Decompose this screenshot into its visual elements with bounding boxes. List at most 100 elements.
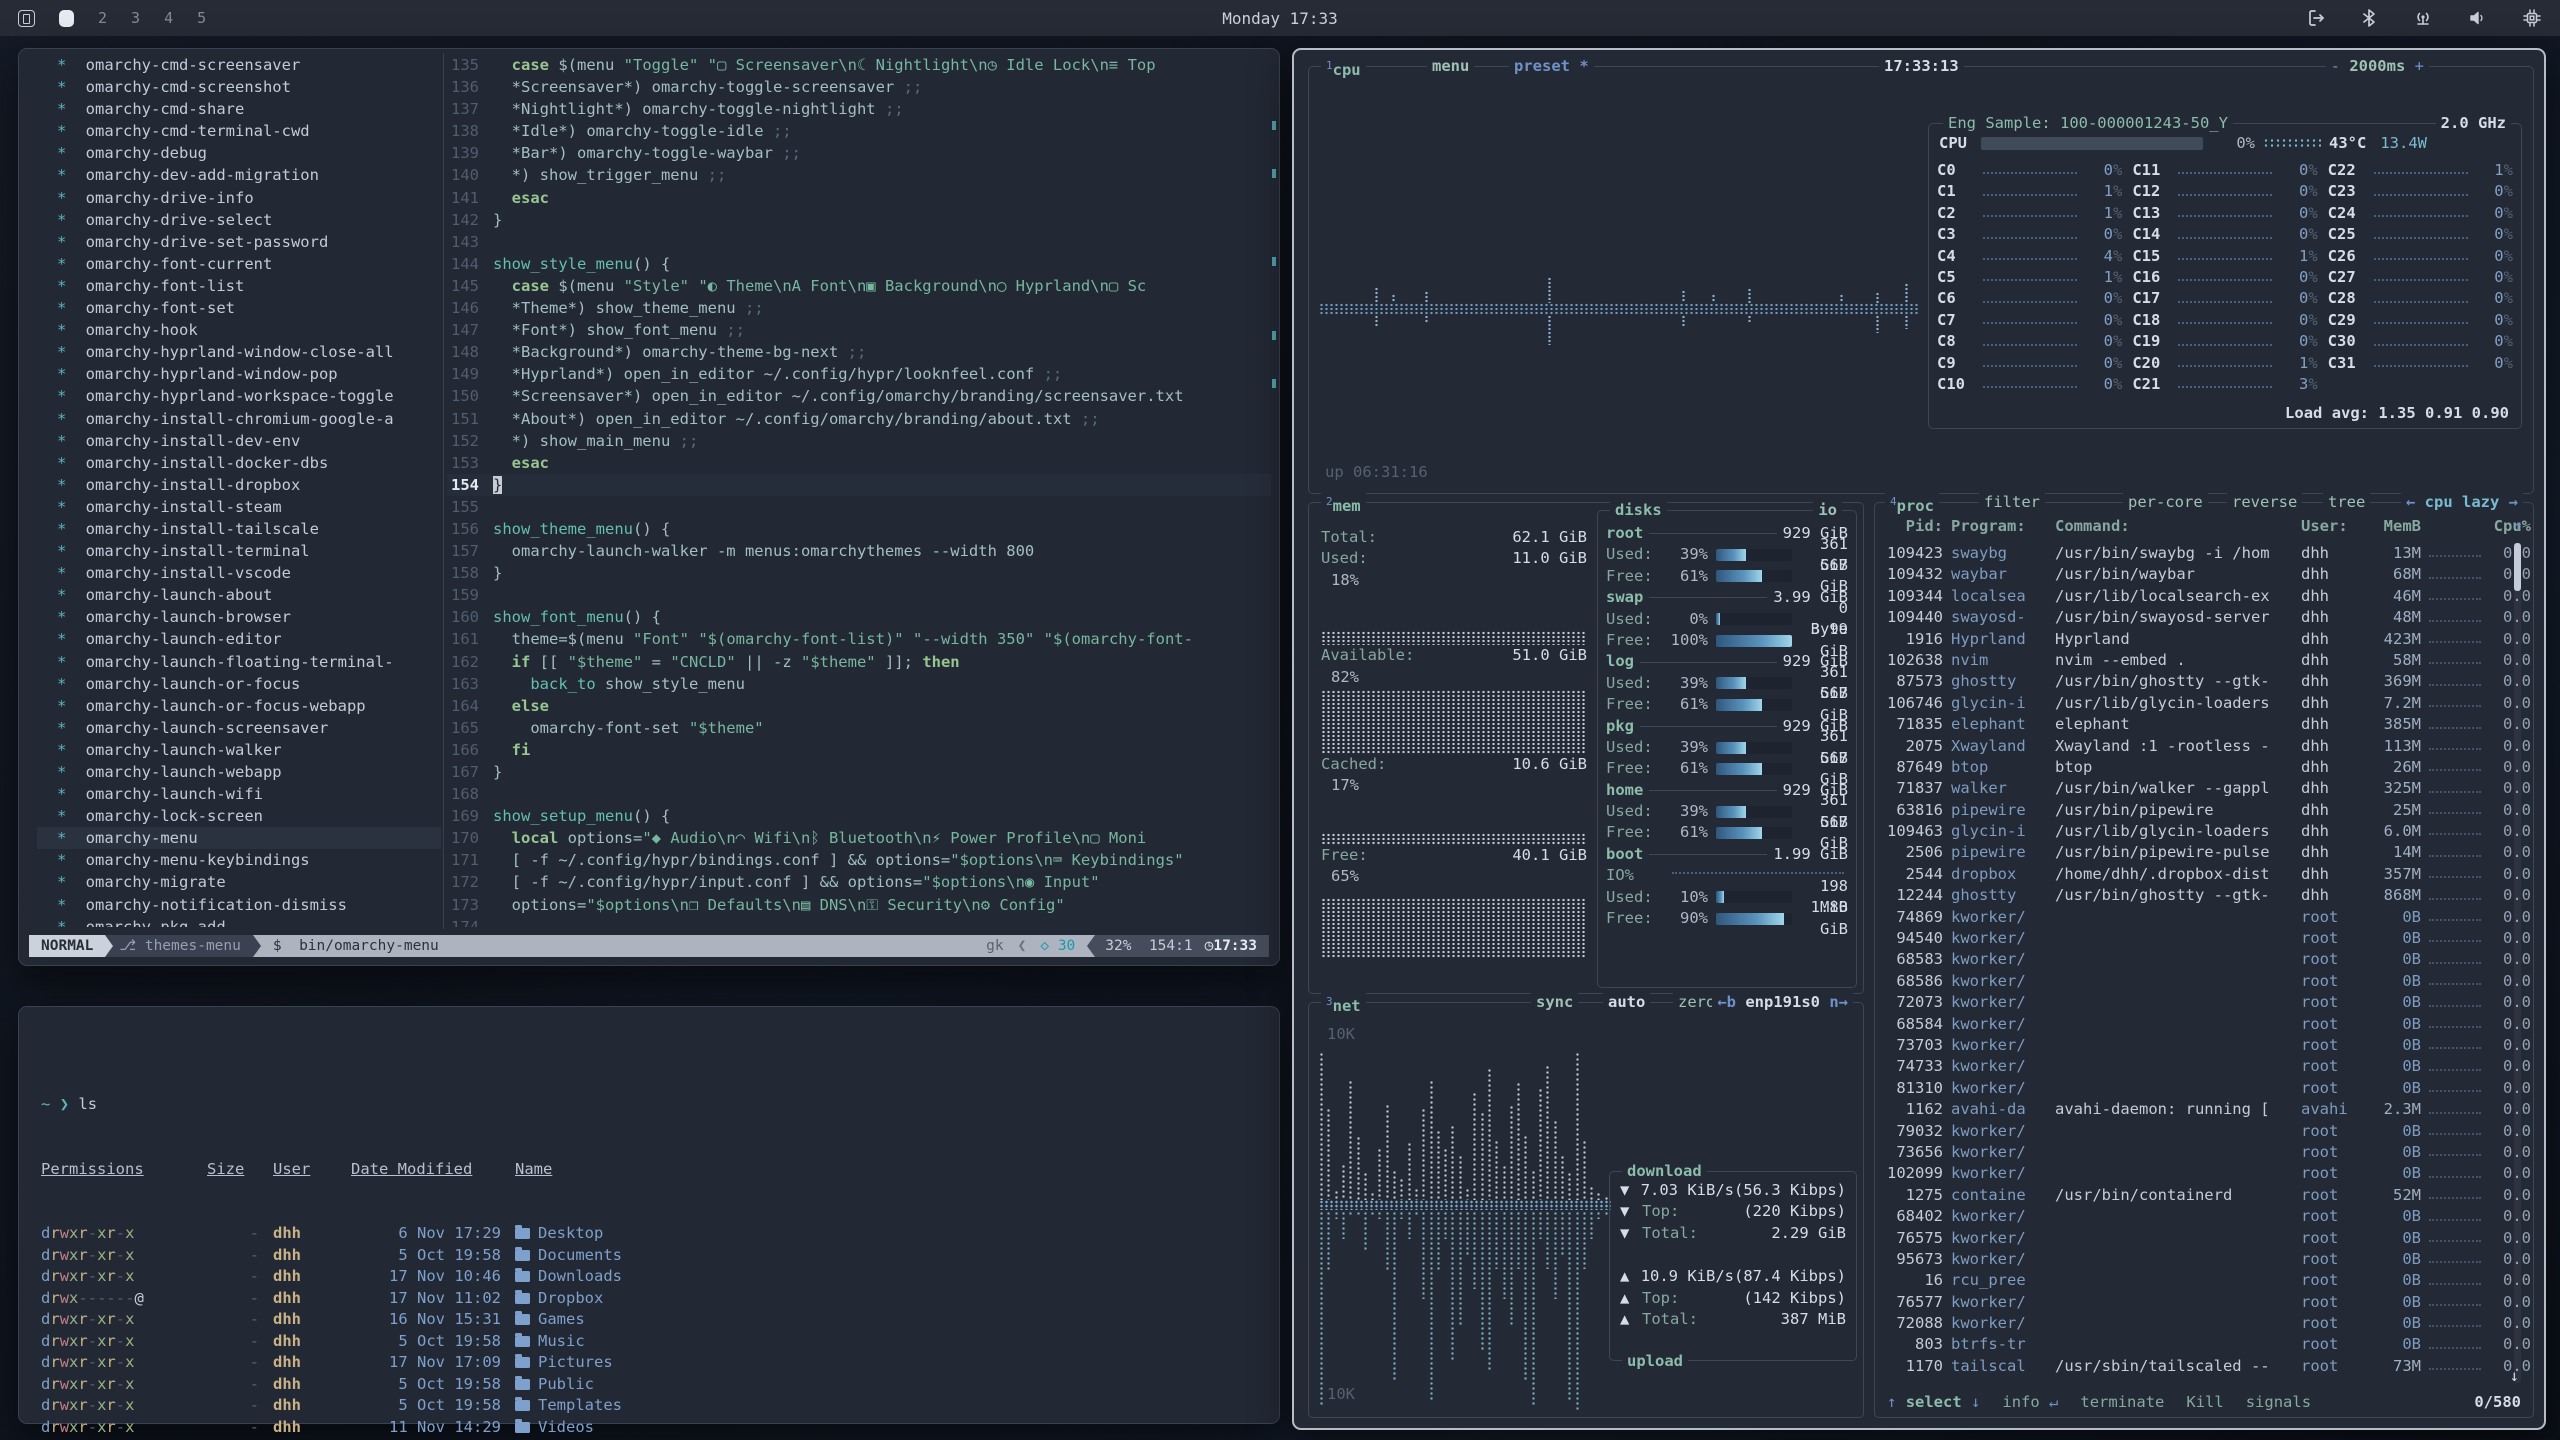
ls-row[interactable]: drwxr-xr-x-dhh5 Oct 19:58Templates [41,1395,1263,1417]
footer-action-select[interactable]: ↑ select ↓ [1887,1391,1980,1413]
file-item[interactable]: * omarchy-launch-webapp [37,761,441,783]
file-item[interactable]: * omarchy-menu [37,827,441,849]
net-interface-switcher[interactable]: ←b enp191s0 n→ [1712,992,1853,1012]
ls-row[interactable]: drwxr-xr-x-dhh11 Nov 14:29Videos [41,1417,1263,1439]
file-item[interactable]: * omarchy-hook [37,319,441,341]
process-row[interactable]: 71837walker/usr/bin/walker --gappldhh325… [1885,778,2499,799]
proc-panel-title[interactable]: 4proc [1885,492,1939,516]
process-scrollbar[interactable] [2514,543,2521,1383]
code-pane[interactable]: 135 case $(menu "Toggle" "▢ Screensaver\… [447,54,1271,927]
file-name[interactable]: Desktop [515,1223,1263,1245]
proc-reverse-button[interactable]: reverse [2227,492,2302,512]
process-row[interactable]: 2544dropbox/home/dhh/.dropbox-distdhh357… [1885,864,2499,885]
file-name[interactable]: Templates [515,1395,1263,1417]
scrollbar-thumb[interactable] [2514,543,2521,591]
file-item[interactable]: * omarchy-debug [37,142,441,164]
process-row[interactable]: 2075XwaylandXwayland :1 -rootless -dhh11… [1885,736,2499,757]
process-row[interactable]: 72073kworker/root0B0.0 [1885,992,2499,1013]
file-item[interactable]: * omarchy-install-chromium-google-a [37,408,441,430]
process-row[interactable]: 102638nvimnvim --embed .dhh58M0.0 [1885,650,2499,671]
file-item[interactable]: * omarchy-font-set [37,297,441,319]
footer-action-info[interactable]: info ↵ [2002,1391,2058,1413]
terminal-output[interactable]: ~ ❯ ls PermissionsSizeUserDate ModifiedN… [41,1051,1263,1413]
update-interval[interactable]: - 2000ms + [2326,56,2429,76]
file-item[interactable]: * omarchy-cmd-terminal-cwd [37,120,441,142]
process-row[interactable]: 76577kworker/root0B0.0 [1885,1292,2499,1313]
file-item[interactable]: * omarchy-notification-dismiss [37,894,441,916]
proc-sort-switcher[interactable]: ← cpu lazy → [2401,492,2523,512]
file-name[interactable]: Downloads [515,1266,1263,1288]
process-row[interactable]: 87573ghostty/usr/bin/ghostty --gtk-dhh36… [1885,671,2499,692]
menu-button[interactable]: menu [1427,56,1474,76]
process-row[interactable]: 76575kworker/root0B0.0 [1885,1228,2499,1249]
file-item[interactable]: * omarchy-install-terminal [37,540,441,562]
footer-action-terminate[interactable]: terminate [2080,1391,2164,1413]
file-item[interactable]: * omarchy-drive-select [37,209,441,231]
process-row[interactable]: 1170tailscal/usr/sbin/tailscaled --root7… [1885,1356,2499,1377]
file-item[interactable]: * omarchy-menu-keybindings [37,849,441,871]
process-row[interactable]: 1916HyprlandHyprlanddhh423M0.0 [1885,629,2499,650]
ls-row[interactable]: drwxr-xr-x-dhh17 Nov 17:09Pictures [41,1352,1263,1374]
file-name[interactable]: Music [515,1331,1263,1353]
file-item[interactable]: * omarchy-install-docker-dbs [37,452,441,474]
ls-row[interactable]: drwxr-xr-x-dhh5 Oct 19:58Public [41,1374,1263,1396]
file-name[interactable]: Documents [515,1245,1263,1267]
mem-panel-title[interactable]: 2mem [1321,492,1366,516]
preset-button[interactable]: preset * [1509,56,1594,76]
wifi-icon[interactable] [2412,8,2434,28]
footer-action-Kill[interactable]: Kill [2186,1391,2223,1413]
file-item[interactable]: * omarchy-cmd-share [37,98,441,120]
file-item[interactable]: * omarchy-launch-screensaver [37,717,441,739]
process-row[interactable]: 1275containe/usr/bin/containerdroot52M0.… [1885,1185,2499,1206]
file-item[interactable]: * omarchy-install-vscode [37,562,441,584]
file-name[interactable]: Dropbox [515,1288,1263,1310]
process-row[interactable]: 79032kworker/root0B0.0 [1885,1121,2499,1142]
process-row[interactable]: 102099kworker/root0B0.0 [1885,1163,2499,1184]
process-row[interactable]: 109432waybar/usr/bin/waybardhh68M0.0 [1885,564,2499,585]
file-list-pane[interactable]: * omarchy-cmd-screensaver* omarchy-cmd-s… [37,54,441,927]
file-name[interactable]: Videos [515,1417,1263,1439]
chip-icon[interactable] [2522,8,2542,28]
file-name[interactable]: Games [515,1309,1263,1331]
file-item[interactable]: * omarchy-cmd-screenshot [37,76,441,98]
ls-row[interactable]: drwxr-xr-x-dhh17 Nov 10:46Downloads [41,1266,1263,1288]
ls-row[interactable]: drwxr-xr-x-dhh5 Oct 19:58Documents [41,1245,1263,1267]
process-row[interactable]: 16rcu_preeroot0B0.0 [1885,1270,2499,1291]
process-row[interactable]: 109440swayosd-/usr/bin/swayosd-serverdhh… [1885,607,2499,628]
file-item[interactable]: * omarchy-hyprland-workspace-toggle [37,385,441,407]
net-panel-title[interactable]: 3net [1321,992,1366,1016]
ls-row[interactable]: drwxr-xr-x-dhh5 Oct 19:58Music [41,1331,1263,1353]
file-item[interactable]: * omarchy-launch-floating-terminal- [37,651,441,673]
file-item[interactable]: * omarchy-pkg-add [37,916,441,927]
disks-title[interactable]: disks [1610,500,1667,520]
process-row[interactable]: 71835elephantelephantdhh385M0.0 [1885,714,2499,735]
file-name[interactable]: Public [515,1374,1263,1396]
proc-tree-button[interactable]: tree [2323,492,2370,512]
process-row[interactable]: 68586kworker/root0B0.0 [1885,971,2499,992]
bluetooth-icon[interactable] [2360,8,2378,28]
file-item[interactable]: * omarchy-install-tailscale [37,518,441,540]
net-sync-button[interactable]: sync [1531,992,1578,1012]
process-row[interactable]: 95673kworker/root0B0.0 [1885,1249,2499,1270]
process-row[interactable]: 74869kworker/root0B0.0 [1885,907,2499,928]
process-row[interactable]: 63816pipewire/usr/bin/pipewiredhh25M0.0 [1885,800,2499,821]
volume-icon[interactable] [2468,8,2488,28]
process-row[interactable]: 2506pipewire/usr/bin/pipewire-pulsedhh14… [1885,842,2499,863]
file-item[interactable]: * omarchy-install-dropbox [37,474,441,496]
logout-icon[interactable] [2306,8,2326,28]
process-row[interactable]: 68402kworker/root0B0.0 [1885,1206,2499,1227]
cpu-panel-title[interactable]: 1cpu [1321,56,1366,80]
file-item[interactable]: * omarchy-install-steam [37,496,441,518]
file-item[interactable]: * omarchy-hyprland-window-close-all [37,341,441,363]
process-row[interactable]: 74733kworker/root0B0.0 [1885,1056,2499,1077]
file-item[interactable]: * omarchy-font-current [37,253,441,275]
process-table-header[interactable]: Pid:Program:Command:User:MemBCpu% ↑ [1885,517,2499,535]
file-item[interactable]: * omarchy-launch-walker [37,739,441,761]
proc-percore-button[interactable]: per-core [2123,492,2208,512]
file-name[interactable]: Pictures [515,1352,1263,1374]
process-row[interactable]: 1162avahi-daavahi-daemon: running [avahi… [1885,1099,2499,1120]
ls-row[interactable]: drwx------@-dhh17 Nov 11:02Dropbox [41,1288,1263,1310]
process-row[interactable]: 94540kworker/root0B0.0 [1885,928,2499,949]
process-table[interactable]: 109423swaybg/usr/bin/swaybg -i /homdhh13… [1885,543,2499,1377]
file-item[interactable]: * omarchy-install-dev-env [37,430,441,452]
